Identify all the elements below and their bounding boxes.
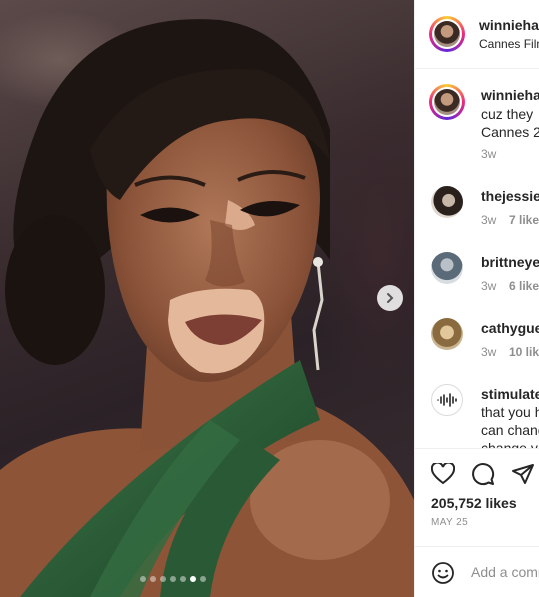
carousel-dot — [190, 576, 196, 582]
add-comment-bar: Add a comment... — [415, 546, 539, 597]
likes-count[interactable]: 205,752 likes — [431, 495, 517, 511]
comment-username[interactable]: stimulate — [481, 386, 539, 402]
comment-username[interactable]: thejessie — [481, 188, 539, 204]
comment-text-line-3: change y — [481, 440, 538, 448]
paper-plane-icon[interactable] — [511, 462, 535, 486]
add-comment-input[interactable]: Add a comment... — [471, 564, 539, 580]
comment-text-line-1: that you h — [481, 404, 539, 420]
caption-author-avatar[interactable] — [429, 84, 465, 120]
carousel-dot — [180, 576, 186, 582]
comment-text-line-2: can chang — [481, 422, 539, 438]
chevron-right-icon — [387, 293, 394, 303]
author-avatar[interactable] — [429, 16, 465, 52]
commenter-avatar[interactable] — [431, 186, 463, 218]
carousel-dot — [200, 576, 206, 582]
audio-wave-icon — [437, 393, 457, 407]
portrait-illustration — [0, 19, 414, 597]
comment-timestamp: 3w — [481, 279, 497, 293]
caption-text-line-1: cuz they — [481, 106, 534, 122]
emoji-icon[interactable] — [431, 561, 455, 585]
commenter-avatar[interactable] — [431, 252, 463, 284]
post-side-panel: winnieharlow Cannes Film Festival winnie… — [414, 0, 539, 597]
carousel-dot — [140, 576, 146, 582]
commenter-avatar[interactable] — [431, 384, 463, 416]
comment-timestamp: 3w — [481, 345, 497, 359]
post-header: winnieharlow Cannes Film Festival — [415, 0, 539, 69]
post-photo[interactable] — [0, 0, 414, 597]
caption-text-line-2: Cannes 2 — [481, 124, 539, 140]
carousel-dot — [170, 576, 176, 582]
carousel-dot — [160, 576, 166, 582]
comment-username[interactable]: cathygue — [481, 320, 539, 336]
caption-timestamp: 3w — [481, 147, 497, 161]
comment-likes[interactable]: 6 likes — [509, 279, 539, 293]
caption-author-username[interactable]: winnieharlow — [481, 87, 539, 103]
comment-username[interactable]: brittneye — [481, 254, 539, 270]
comment-likes[interactable]: 10 likes — [509, 345, 539, 359]
carousel-indicator — [140, 576, 206, 582]
instagram-post-view: winnieharlow Cannes Film Festival winnie… — [0, 0, 539, 597]
post-date: MAY 25 — [431, 517, 469, 528]
author-username[interactable]: winnieharlow — [479, 17, 539, 33]
comment-bubble-icon[interactable] — [471, 462, 495, 486]
commenter-avatar[interactable] — [431, 318, 463, 350]
post-location[interactable]: Cannes Film Festival — [479, 37, 539, 51]
post-actions: 205,752 likes MAY 25 — [415, 448, 539, 549]
heart-icon[interactable] — [431, 463, 455, 485]
next-photo-button[interactable] — [377, 285, 403, 311]
comment-timestamp: 3w — [481, 213, 497, 227]
carousel-dot — [150, 576, 156, 582]
comment-likes[interactable]: 7 likes — [509, 213, 539, 227]
